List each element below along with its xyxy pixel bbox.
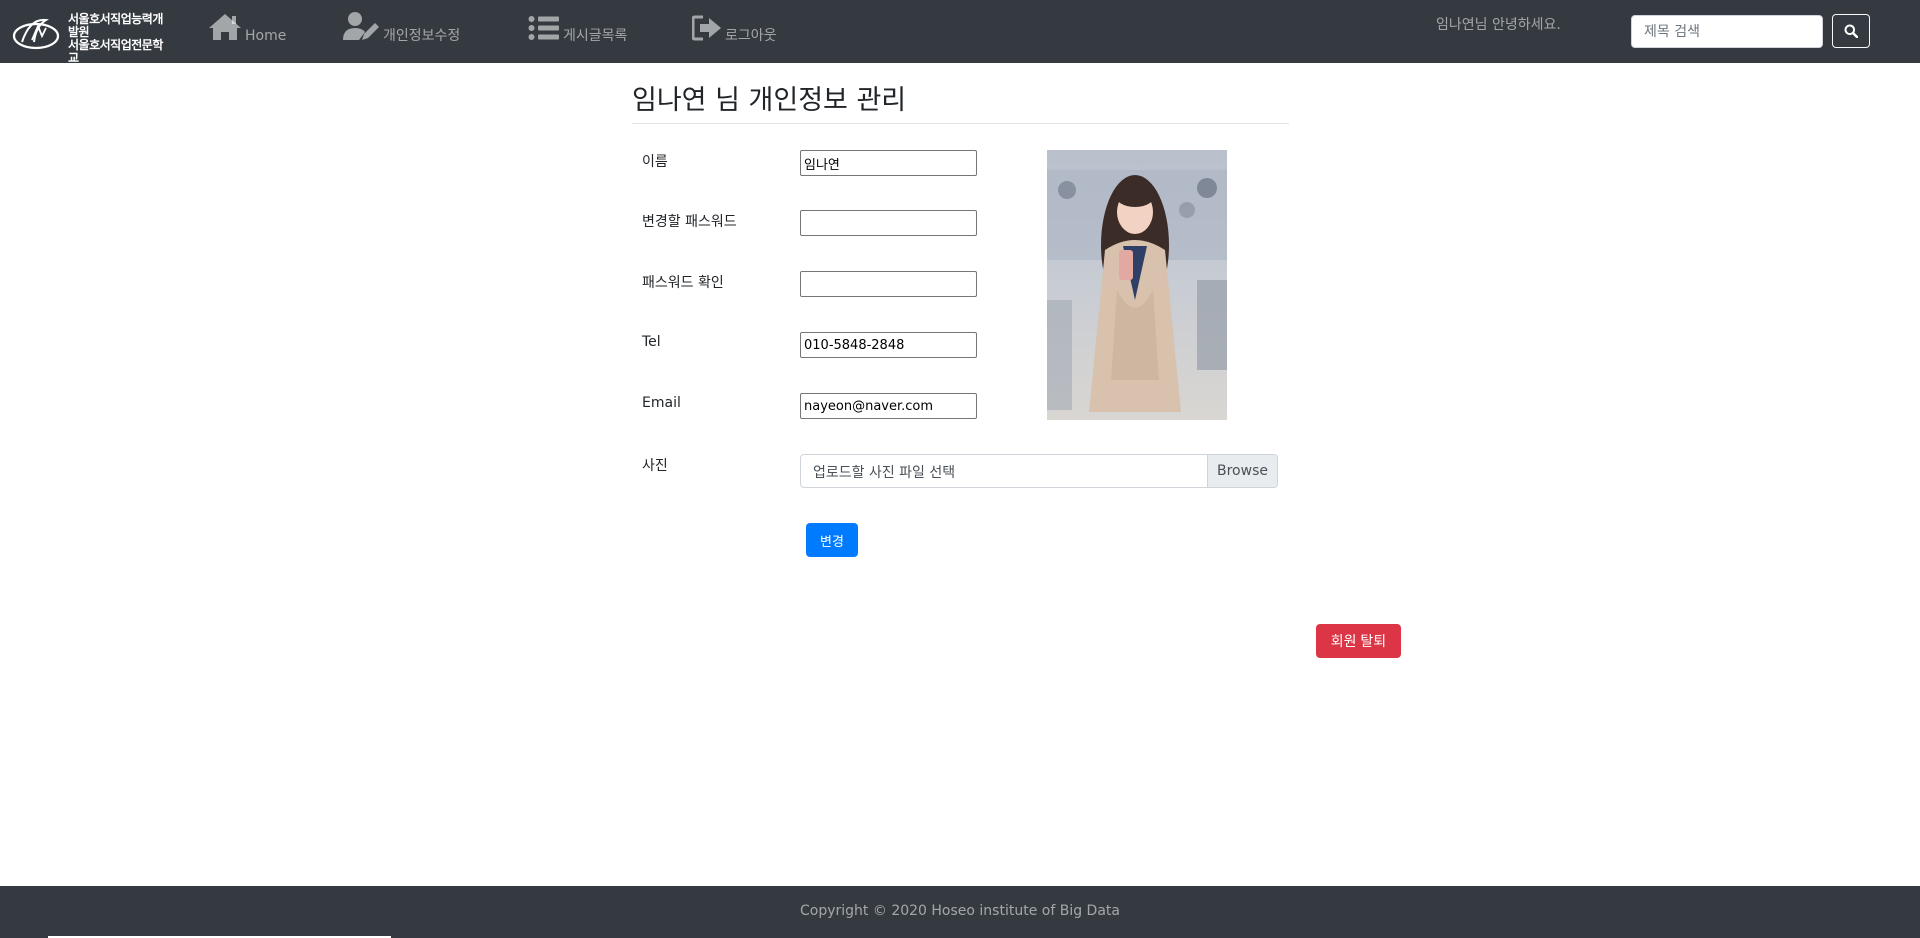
password-confirm-label: 패스워드 확인 [642, 275, 724, 291]
search-icon [1844, 24, 1858, 38]
photo-file-input[interactable]: 업로드할 사진 파일 선택 Browse [800, 454, 1278, 488]
file-placeholder: 업로드할 사진 파일 선택 [813, 465, 956, 481]
nav-home-label: Home [245, 28, 287, 44]
password-confirm-input[interactable] [800, 271, 977, 297]
logo-emblem-icon [12, 18, 60, 50]
name-label: 이름 [642, 154, 668, 170]
tel-input[interactable] [800, 332, 977, 358]
user-edit-icon [342, 11, 380, 45]
nav-board-list-label: 게시글목록 [563, 28, 628, 44]
nav-home-link[interactable]: Home [208, 0, 286, 63]
email-input[interactable] [800, 393, 977, 419]
new-password-label: 변경할 패스워드 [642, 214, 737, 230]
navbar: 서울호서직업능력개발원 서울호서직업전문학교 SEOUL HOSEO OCCUP… [0, 0, 1920, 78]
search-button[interactable] [1832, 14, 1870, 48]
logo-text: 서울호서직업능력개발원 서울호서직업전문학교 SEOUL HOSEO OCCUP… [68, 13, 167, 79]
new-password-input[interactable] [800, 210, 977, 236]
photo-label: 사진 [642, 458, 668, 474]
title-search-input[interactable] [1631, 15, 1823, 48]
home-icon [208, 13, 242, 45]
nav-profile-edit-link[interactable]: 개인정보수정 [342, 0, 460, 63]
copyright-text: Copyright © 2020 Hoseo institute of Big … [800, 903, 1120, 919]
browse-button[interactable]: Browse [1207, 455, 1277, 487]
school-logo[interactable]: 서울호서직업능력개발원 서울호서직업전문학교 SEOUL HOSEO OCCUP… [12, 10, 167, 78]
tel-label: Tel [642, 334, 661, 350]
nav-logout-label: 로그아웃 [725, 28, 777, 44]
logo-line-3: SEOUL HOSEO OCCUPATIONAL TRAINING COLLEG… [68, 66, 144, 78]
nav-board-list-link[interactable]: 게시글목록 [528, 0, 627, 63]
logo-line-2: 서울호서직업전문학교 [68, 38, 163, 65]
profile-photo [1047, 150, 1227, 420]
sign-out-icon [691, 15, 722, 45]
user-greeting: 임나연님 안녕하세요. [1436, 17, 1561, 33]
update-button[interactable]: 변경 [806, 523, 858, 557]
page-title: 임나연 님 개인정보 관리 [632, 85, 907, 116]
list-icon [528, 15, 560, 45]
name-input[interactable] [800, 150, 977, 176]
withdraw-membership-button[interactable]: 회원 탈퇴 [1316, 624, 1401, 658]
nav-profile-edit-label: 개인정보수정 [383, 28, 461, 44]
nav-logout-link[interactable]: 로그아웃 [691, 0, 777, 63]
logo-line-1: 서울호서직업능력개발원 [68, 12, 163, 39]
email-label: Email [642, 395, 681, 411]
footer: Copyright © 2020 Hoseo institute of Big … [0, 886, 1920, 938]
title-divider [632, 123, 1289, 124]
